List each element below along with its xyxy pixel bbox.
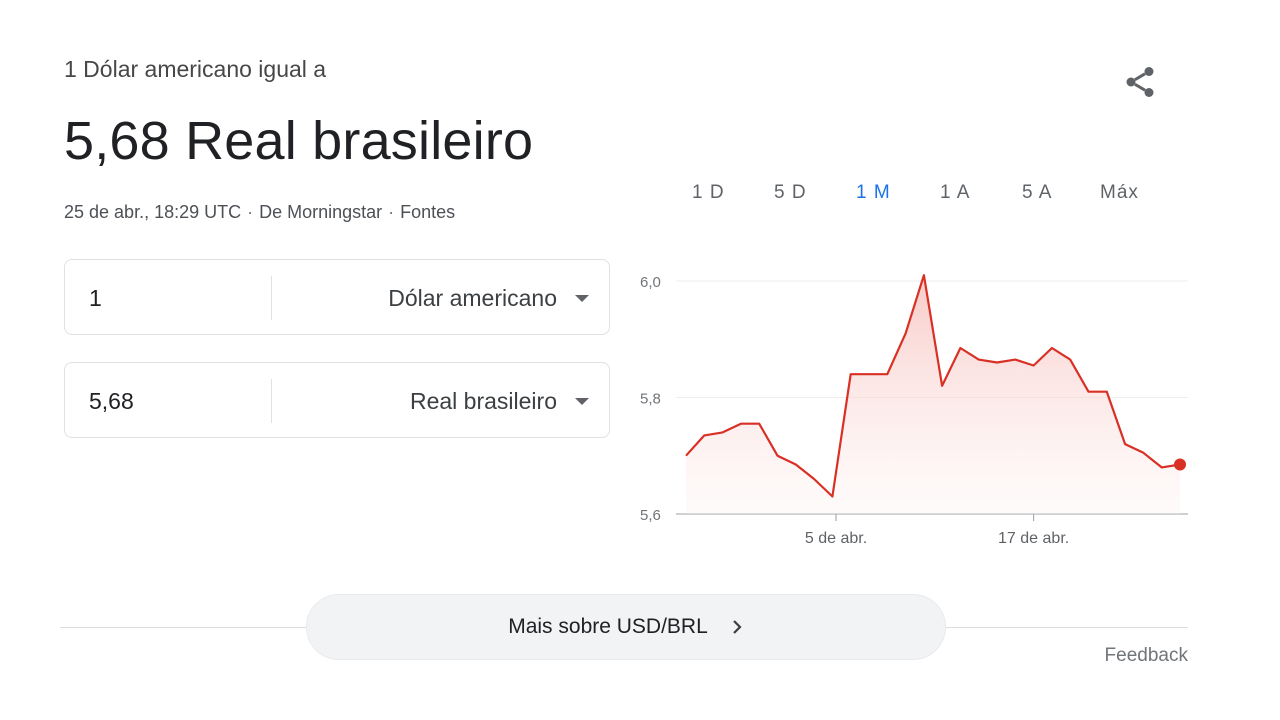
to-currency-label: Real brasileiro (409, 387, 557, 414)
current-value-dot (1174, 458, 1186, 471)
caret-down-icon (575, 294, 589, 302)
exchange-rate-chart[interactable]: 6,0 5,8 5,6 5 de abr. 17 de abr. (630, 250, 1190, 560)
range-tab-5a[interactable]: 5 A (1022, 182, 1052, 204)
conversion-meta: 25 de abr., 18:29 UTC · De Morningstar · Fon… (64, 202, 455, 223)
from-currency-select[interactable]: Dólar americano (388, 260, 589, 336)
field-divider (271, 379, 272, 423)
x-tick-label: 17 de abr. (998, 530, 1069, 547)
conversion-subtitle: 1 Dólar americano igual a (64, 56, 327, 82)
y-tick-label: 6,0 (640, 274, 661, 291)
share-button[interactable] (1118, 60, 1162, 104)
range-tab-5d[interactable]: 5 D (774, 182, 807, 204)
from-amount-input[interactable]: 1 (89, 260, 102, 336)
sources-link[interactable]: Fontes (400, 202, 455, 222)
series-area (686, 275, 1180, 514)
to-currency-row: 5,68 Real brasileiro (64, 362, 610, 438)
to-amount-input[interactable]: 5,68 (89, 363, 134, 439)
from-currency-label: Dólar americano (388, 284, 557, 311)
more-about-button[interactable]: Mais sobre USD/BRL (306, 594, 946, 660)
time-range-tabs: 1 D 5 D 1 M 1 A 5 A Máx (690, 182, 1150, 208)
meta-separator: · (247, 202, 254, 222)
meta-separator: · (388, 202, 395, 222)
range-tab-max[interactable]: Máx (1100, 182, 1139, 204)
x-tick-label: 5 de abr. (805, 530, 867, 547)
chevron-right-icon (730, 618, 744, 636)
caret-down-icon (575, 397, 589, 405)
range-tab-1d[interactable]: 1 D (692, 182, 725, 204)
range-tab-1m[interactable]: 1 M (856, 182, 891, 204)
conversion-result-headline: 5,68 Real brasileiro (64, 111, 534, 171)
y-tick-label: 5,6 (640, 507, 661, 524)
y-tick-label: 5,8 (640, 391, 661, 408)
more-about-label: Mais sobre USD/BRL (508, 615, 708, 638)
timestamp: 25 de abr., 18:29 UTC (64, 202, 242, 222)
data-source[interactable]: De Morningstar (259, 202, 382, 222)
from-currency-row: 1 Dólar americano (64, 259, 610, 335)
feedback-link[interactable]: Feedback (1105, 645, 1188, 667)
share-icon (1126, 67, 1154, 97)
range-tab-1a[interactable]: 1 A (940, 182, 970, 204)
to-currency-select[interactable]: Real brasileiro (410, 363, 589, 439)
field-divider (271, 276, 272, 320)
